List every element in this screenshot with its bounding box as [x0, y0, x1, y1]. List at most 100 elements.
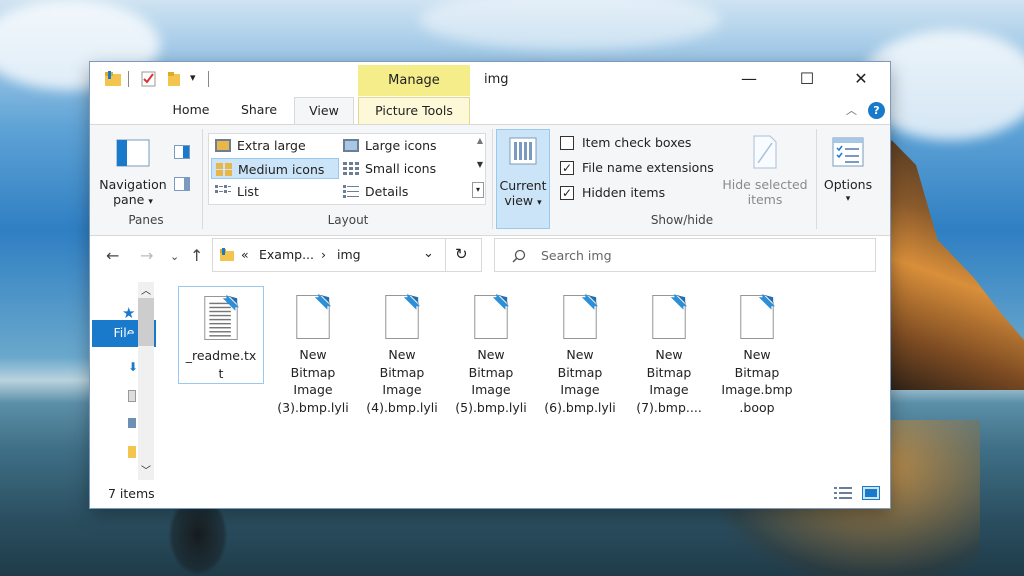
details-view-icon[interactable]: [834, 486, 852, 500]
file-name-extensions-checkbox[interactable]: ✓ File name extensions: [560, 158, 714, 178]
checkbox-label: Item check boxes: [582, 135, 692, 150]
medium-icons-icon: [216, 163, 232, 176]
options-icon[interactable]: [832, 137, 864, 167]
layout-list[interactable]: List: [211, 181, 339, 202]
address-bar[interactable]: « Examp... › img ⌄ ↻: [212, 238, 482, 272]
file-name: New Bitmap Image (5).bmp.lyli: [448, 346, 534, 416]
file-name-line: New: [566, 347, 594, 362]
breadcrumb-item-img[interactable]: img: [337, 247, 361, 262]
search-input[interactable]: Search img: [541, 248, 612, 263]
quick-access-star-icon[interactable]: ★: [122, 304, 135, 322]
file-item-bitmap[interactable]: New Bitmap Image.bmp .boop: [714, 286, 800, 416]
file-name-line: Bitmap: [290, 364, 336, 380]
new-folder-icon[interactable]: [166, 70, 184, 88]
minimize-button[interactable]: —: [726, 66, 772, 92]
layout-extra-large-icons[interactable]: Extra large icons: [211, 135, 339, 174]
gallery-scroll-down-icon[interactable]: ▼: [477, 160, 483, 169]
folder-icon[interactable]: [128, 446, 136, 458]
scroll-down-icon[interactable]: ﹀: [141, 462, 151, 477]
help-icon[interactable]: ?: [868, 102, 885, 119]
chevron-down-icon: ▾: [845, 194, 851, 204]
manage-context-tab[interactable]: Manage: [358, 65, 470, 96]
title-bar: ▾ Manage img — ☐ ✕: [90, 62, 890, 96]
file-name: New Bitmap Image (7).bmp....: [626, 346, 712, 416]
nav-item-icon[interactable]: [128, 334, 136, 346]
downloads-icon[interactable]: ⬇: [128, 360, 138, 374]
layout-details[interactable]: Details: [339, 181, 467, 202]
gallery-scroll-up-icon[interactable]: ▲: [477, 136, 483, 145]
hide-selected-label-1: Hide selected: [722, 177, 808, 192]
collapse-ribbon-icon[interactable]: ︿: [846, 102, 857, 118]
file-name-line: (7).bmp....: [636, 399, 702, 415]
large-icons-icon: [343, 139, 359, 152]
navigation-pane-icon[interactable]: [116, 139, 150, 167]
chevron-down-icon: ▾: [148, 197, 153, 207]
maximize-button[interactable]: ☐: [784, 66, 830, 92]
file-name-line: Bitmap: [646, 364, 692, 380]
navigation-pane-button[interactable]: Navigation pane ▾: [98, 177, 168, 210]
tab-share[interactable]: Share: [228, 97, 290, 124]
pictures-icon[interactable]: [128, 418, 136, 428]
file-item-bitmap[interactable]: New Bitmap Image (7).bmp....: [626, 286, 712, 416]
address-dropdown-icon[interactable]: ⌄: [423, 246, 434, 261]
refresh-icon[interactable]: ↻: [455, 245, 468, 263]
navigation-pane-label-1: Navigation: [99, 177, 167, 192]
file-name-line: New: [743, 347, 771, 362]
file-name: New Bitmap Image (3).bmp.lyli: [270, 346, 356, 416]
desktop-person-silhouette: [168, 508, 228, 576]
large-icons-view-icon[interactable]: [862, 486, 880, 500]
file-item-bitmap[interactable]: New Bitmap Image (4).bmp.lyli: [359, 286, 445, 416]
file-icon: [296, 293, 331, 340]
current-view-label-2: view: [504, 193, 534, 208]
options-button[interactable]: Options ▾: [818, 177, 878, 207]
recent-locations-button[interactable]: ⌄: [170, 250, 179, 263]
file-item-readme[interactable]: _readme.tx t: [178, 286, 264, 384]
text-file-icon: [204, 294, 239, 341]
breadcrumb-separator[interactable]: ›: [321, 247, 326, 262]
file-name-line: (6).bmp.lyli: [544, 399, 616, 415]
window-title: img: [484, 72, 509, 87]
layout-large-icons[interactable]: Large icons: [339, 135, 467, 156]
scroll-up-icon[interactable]: ︿: [141, 282, 151, 297]
details-pane-icon[interactable]: [174, 177, 190, 191]
search-box[interactable]: Search img: [494, 238, 876, 272]
file-item-bitmap[interactable]: New Bitmap Image (6).bmp.lyli: [537, 286, 623, 416]
documents-icon[interactable]: [128, 390, 136, 402]
properties-icon[interactable]: [140, 70, 158, 88]
hide-selected-items-icon[interactable]: [752, 135, 778, 169]
file-name-line: .boop: [739, 399, 775, 415]
file-name-line: Image: [471, 382, 511, 397]
tab-home[interactable]: Home: [162, 97, 220, 124]
tab-view[interactable]: View: [294, 97, 354, 125]
file-name-line: Bitmap: [379, 364, 425, 380]
breadcrumb-overflow[interactable]: «: [241, 247, 249, 262]
navigation-pane-scrollbar[interactable]: ︿ ﹀: [138, 282, 154, 480]
current-view-icon: [509, 137, 537, 165]
breadcrumb-item-examples[interactable]: Examp...: [259, 247, 314, 262]
hide-selected-items-button[interactable]: Hide selected items: [716, 177, 814, 207]
file-name-line: New: [477, 347, 505, 362]
layout-medium-icons[interactable]: Medium icons: [211, 158, 339, 179]
file-name-line: New: [655, 347, 683, 362]
options-label: Options: [823, 177, 873, 192]
item-check-boxes-checkbox[interactable]: Item check boxes: [560, 133, 691, 153]
up-button[interactable]: ↑: [190, 246, 203, 265]
ribbon-separator: [492, 129, 493, 229]
file-name-line: (3).bmp.lyli: [277, 399, 349, 415]
gallery-expand-icon[interactable]: ▾: [472, 182, 484, 198]
layout-small-icons[interactable]: Small icons: [339, 158, 467, 179]
preview-pane-icon[interactable]: [174, 145, 190, 159]
tab-picture-tools[interactable]: Picture Tools: [358, 97, 470, 124]
scroll-thumb[interactable]: [138, 298, 154, 346]
current-view-button[interactable]: Current view ▾: [496, 129, 550, 229]
folder-icon[interactable]: [104, 70, 122, 88]
hidden-items-checkbox[interactable]: ✓ Hidden items: [560, 183, 665, 203]
qat-dropdown-icon[interactable]: ▾: [190, 71, 196, 84]
forward-button[interactable]: →: [140, 246, 153, 265]
file-name-line: Bitmap: [468, 364, 514, 380]
file-item-bitmap[interactable]: New Bitmap Image (3).bmp.lyli: [270, 286, 356, 416]
back-button[interactable]: ←: [106, 246, 119, 265]
close-button[interactable]: ✕: [838, 66, 884, 92]
file-item-bitmap[interactable]: New Bitmap Image (5).bmp.lyli: [448, 286, 534, 416]
file-name-line: Image.bmp: [721, 382, 793, 397]
